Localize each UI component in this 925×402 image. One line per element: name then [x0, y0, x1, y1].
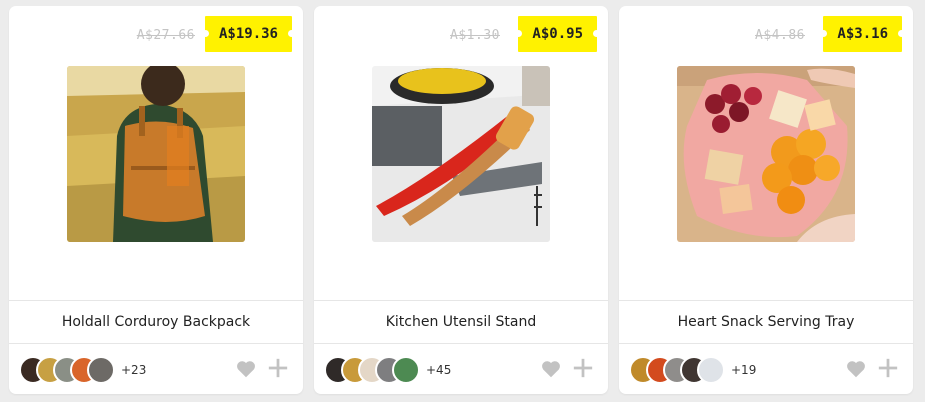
supporter-avatars[interactable]: +45	[324, 355, 451, 385]
product-card[interactable]: A$4.86 A$3.16 Heart Snack Serving Tray +…	[619, 6, 913, 394]
original-price: A$27.66	[136, 28, 195, 43]
price-tag: A$0.95	[515, 16, 600, 52]
product-name[interactable]: Holdall Corduroy Backpack	[9, 300, 303, 344]
avatar	[697, 356, 725, 384]
supporter-count: +23	[121, 363, 147, 377]
product-grid: A$27.66 A$19.36 Holdall Corduroy Backpac…	[0, 0, 925, 402]
product-card[interactable]: A$27.66 A$19.36 Holdall Corduroy Backpac…	[9, 6, 303, 394]
heart-icon[interactable]	[540, 358, 562, 380]
supporter-avatars[interactable]: +19	[629, 355, 756, 385]
avatar	[87, 356, 115, 384]
product-image[interactable]	[372, 66, 550, 242]
product-image[interactable]	[677, 66, 855, 242]
original-price: A$1.30	[450, 28, 500, 43]
card-footer: +45	[314, 343, 608, 394]
product-card[interactable]: A$1.30 A$0.95 Kitchen Utensil Stand +45	[314, 6, 608, 394]
supporter-count: +45	[426, 363, 452, 377]
card-footer: +19	[619, 343, 913, 394]
plus-icon[interactable]	[572, 357, 594, 379]
card-footer: +23	[9, 343, 303, 394]
price-tag: A$19.36	[201, 16, 296, 52]
supporter-avatars[interactable]: +23	[19, 355, 146, 385]
heart-icon[interactable]	[845, 358, 867, 380]
product-image[interactable]	[67, 66, 245, 242]
original-price: A$4.86	[755, 28, 805, 43]
product-name[interactable]: Heart Snack Serving Tray	[619, 300, 913, 344]
product-name[interactable]: Kitchen Utensil Stand	[314, 300, 608, 344]
supporter-count: +19	[731, 363, 757, 377]
plus-icon[interactable]	[267, 357, 289, 379]
plus-icon[interactable]	[877, 357, 899, 379]
avatar	[392, 356, 420, 384]
price-tag: A$3.16	[820, 16, 905, 52]
heart-icon[interactable]	[235, 358, 257, 380]
